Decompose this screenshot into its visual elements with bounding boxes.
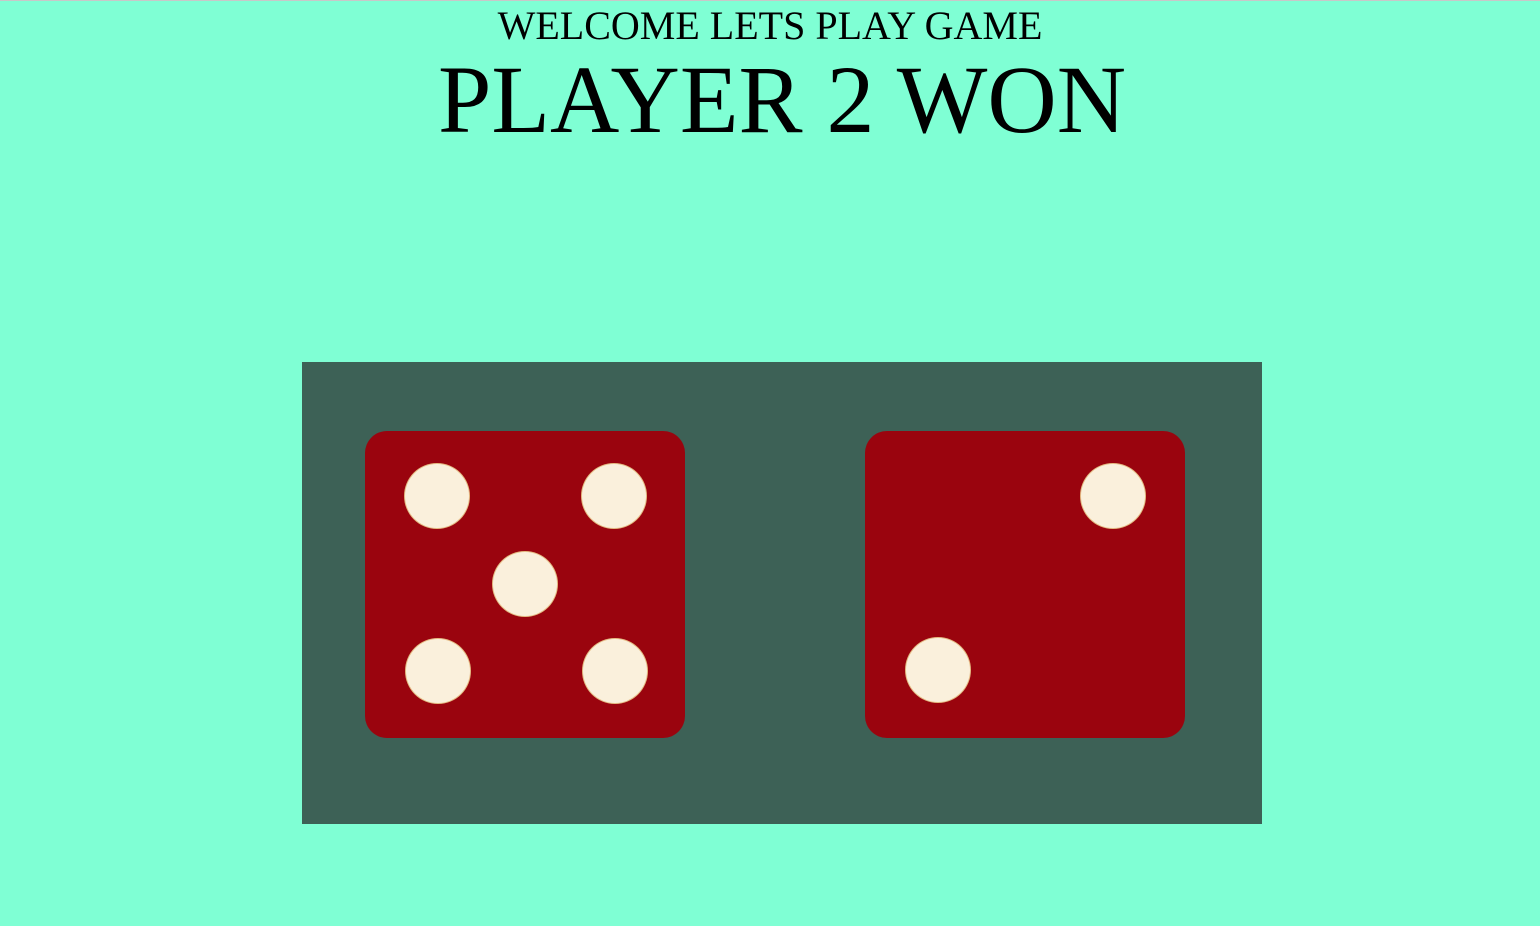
die-pip xyxy=(906,638,970,702)
die-player-2[interactable] xyxy=(865,431,1185,738)
die-player-1[interactable] xyxy=(365,431,685,738)
dice-board xyxy=(302,362,1262,824)
die-pip xyxy=(493,552,557,616)
die-pip xyxy=(583,639,647,703)
die-pip xyxy=(1081,464,1145,528)
die-pip xyxy=(406,639,470,703)
result-heading: PLAYER 2 WON xyxy=(437,46,1127,153)
welcome-heading: WELCOME LETS PLAY GAME xyxy=(497,3,1043,48)
die-pip xyxy=(405,464,469,528)
top-border xyxy=(0,0,1540,1)
die-pip xyxy=(582,464,646,528)
